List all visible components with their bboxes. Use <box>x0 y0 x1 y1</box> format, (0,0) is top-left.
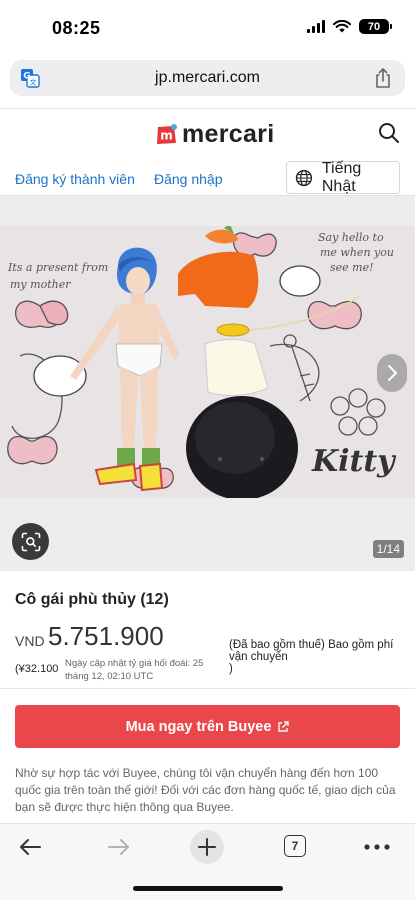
cellular-signal-icon <box>307 20 325 33</box>
back-arrow-icon[interactable] <box>18 837 42 857</box>
tab-count: 7 <box>291 839 299 853</box>
svg-text:Its a present from: Its a present from <box>7 261 108 274</box>
exchange-rate-note: Ngày cập nhật tỷ giá hối đoái: 25 tháng … <box>65 658 204 682</box>
svg-text:see me!: see me! <box>330 261 374 274</box>
price-value: 5.751.900 <box>48 621 164 651</box>
mercari-logo-icon: m <box>157 123 177 144</box>
image-counter: 1/14 <box>372 540 404 558</box>
next-image-button[interactable] <box>377 354 407 392</box>
product-photo[interactable]: Its a present from my mother Say hello t… <box>0 226 415 498</box>
image-search-button[interactable] <box>12 523 49 560</box>
language-label: Tiếng Nhật <box>321 159 362 195</box>
status-indicators: 70 <box>307 19 392 34</box>
logo-text: mercari <box>182 120 275 148</box>
status-time: 08:25 <box>52 18 101 38</box>
plus-icon <box>198 838 216 856</box>
new-tab-button[interactable] <box>190 830 224 864</box>
language-button[interactable]: Tiếng Nhật <box>286 159 400 195</box>
login-link[interactable]: Đăng nhập <box>154 171 223 187</box>
visual-search-icon <box>21 532 40 551</box>
battery-indicator: 70 <box>359 19 392 34</box>
svg-text:my mother: my mother <box>10 278 71 291</box>
svg-text:Kitty: Kitty <box>311 444 397 479</box>
status-bar: 08:25 70 <box>0 0 415 56</box>
price-currency: VND <box>15 633 45 649</box>
buy-button-label: Mua ngay trên Buyee <box>125 718 272 735</box>
image-gallery[interactable]: Its a present from my mother Say hello t… <box>0 196 415 571</box>
url-text[interactable]: jp.mercari.com <box>10 69 405 87</box>
product-title: Cô gái phù thủy (12) <box>15 591 169 608</box>
tax-note-close: ) <box>229 663 233 675</box>
tax-note-text: (Đã bao gồm thuế) Bao gồm phí vận chuyển <box>229 639 394 663</box>
share-icon[interactable] <box>373 67 393 89</box>
more-menu-icon[interactable] <box>364 844 390 850</box>
divider <box>0 688 415 689</box>
yen-price: (¥32.100 <box>15 663 59 675</box>
auth-nav: Đăng ký thành viên Đăng nhập Tiếng Nhật <box>0 160 415 196</box>
svg-text:Say hello to: Say hello to <box>318 231 384 244</box>
wifi-icon <box>333 20 351 33</box>
home-indicator <box>133 886 283 891</box>
tabs-button[interactable]: 7 <box>284 835 306 857</box>
globe-icon <box>295 169 313 186</box>
search-icon[interactable] <box>378 122 400 144</box>
buyee-info-text: Nhờ sự hợp tác với Buyee, chúng tôi vận … <box>15 766 396 814</box>
chevron-right-icon <box>388 365 397 381</box>
buy-on-buyee-button[interactable]: Mua ngay trên Buyee <box>15 705 400 748</box>
mercari-logo[interactable]: m mercari <box>154 120 274 149</box>
product-image: Its a present from my mother Say hello t… <box>0 226 415 498</box>
external-link-icon <box>278 720 290 732</box>
register-link[interactable]: Đăng ký thành viên <box>15 171 135 187</box>
svg-text:me when you: me when you <box>320 246 394 259</box>
tax-note: (Đã bao gồm thuế) Bao gồm phí vận chuyển… <box>229 639 399 675</box>
forward-arrow-icon[interactable] <box>107 837 131 857</box>
svg-text:m: m <box>160 128 173 142</box>
site-header: m mercari <box>0 108 415 158</box>
address-bar[interactable]: G 文 jp.mercari.com <box>10 60 405 96</box>
